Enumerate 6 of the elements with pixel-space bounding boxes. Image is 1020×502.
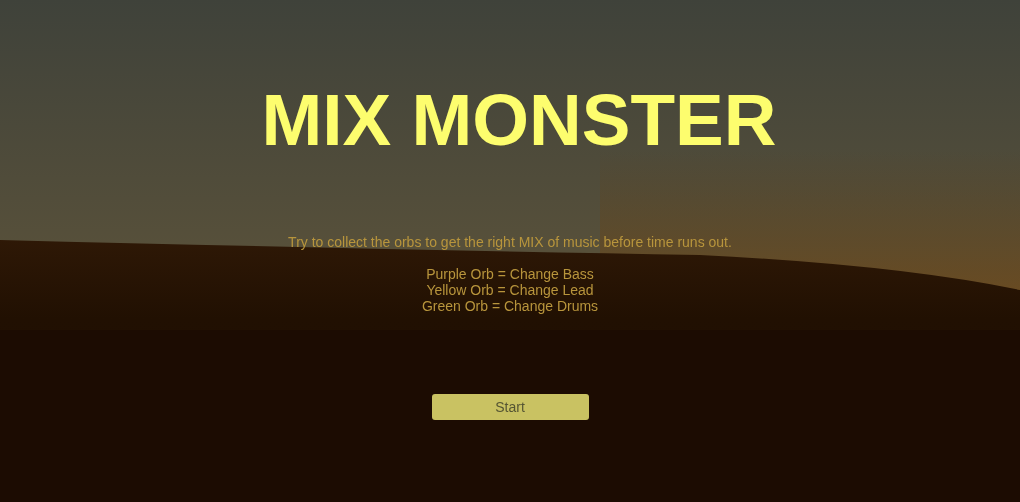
instructions-text: Try to collect the orbs to get the right MIX of music before time runs out.: [288, 234, 732, 250]
start-button[interactable]: Start: [431, 394, 589, 420]
legend-line: Yellow Orb = Change Lead: [426, 282, 594, 298]
legend-line: Purple Orb = Change Bass: [426, 266, 594, 282]
legend-line: Green Orb = Change Drums: [421, 298, 599, 314]
game-title: MIX MONSTER: [261, 80, 777, 160]
